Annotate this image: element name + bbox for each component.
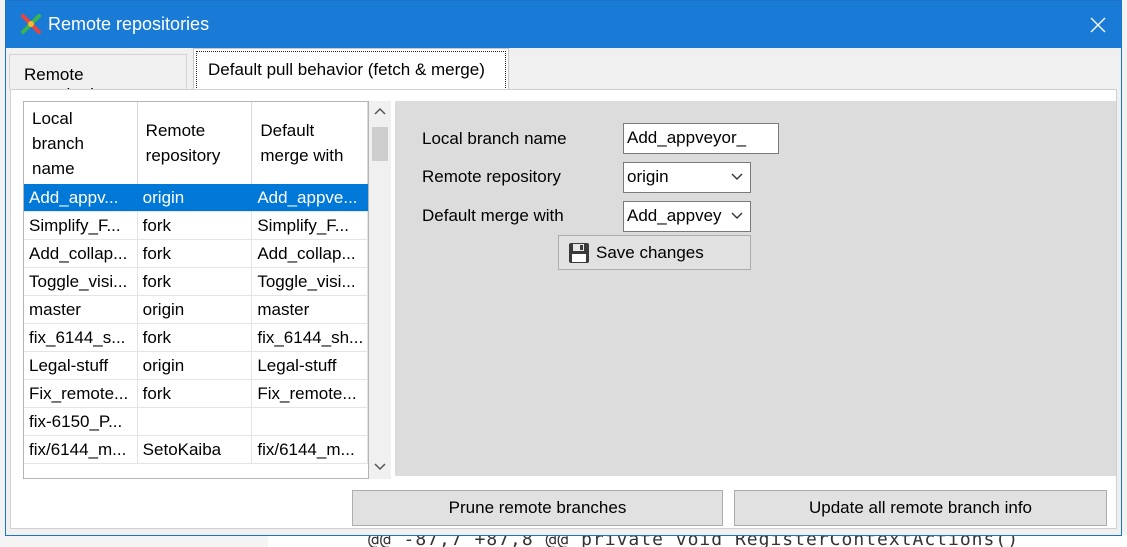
remote-repository-cell: origin: [138, 184, 253, 211]
column-header-default-merge[interactable]: Default merge with: [252, 102, 368, 184]
remote-repository-label: Remote repository: [422, 167, 561, 186]
default-merge-label: Default merge with: [422, 206, 564, 225]
remote-repository-cell: fork: [138, 268, 253, 295]
column-header-remote-repository[interactable]: Remote repository: [138, 102, 253, 184]
table-row[interactable]: fix_6144_s... fork fix_6144_sh...: [24, 324, 368, 352]
remote-repository-cell: fork: [138, 324, 253, 351]
background-code-line: @@ -87,7 +87,8 @@ private void RegisterC…: [368, 535, 1020, 547]
chevron-down-icon: [728, 167, 746, 187]
table-row-partial[interactable]: [24, 464, 368, 478]
remote-repository-cell: fork: [138, 212, 253, 239]
close-icon: [1090, 17, 1106, 32]
local-branch-cell: Fix_remote...: [24, 380, 138, 407]
local-branch-cell: Legal-stuff: [24, 352, 138, 379]
scroll-up-arrow[interactable]: [369, 101, 391, 121]
local-branch-cell: Add_appv...: [24, 184, 138, 211]
remote-repository-cell: [138, 408, 253, 435]
remote-repository-cell: origin: [138, 352, 253, 379]
table-row[interactable]: Add_appv... origin Add_appve...: [24, 184, 368, 212]
default-merge-cell: master: [252, 296, 368, 323]
tab-remote-repositories[interactable]: Remote repositories: [9, 54, 187, 104]
table-row[interactable]: Add_collap... fork Add_collap...: [24, 240, 368, 268]
local-branch-cell: Toggle_visi...: [24, 268, 138, 295]
local-branch-cell: fix_6144_s...: [24, 324, 138, 351]
branch-table[interactable]: Local branch name Remote repository Defa…: [23, 101, 369, 479]
table-row[interactable]: fix-6150_P...: [24, 408, 368, 436]
prune-remote-branches-button[interactable]: Prune remote branches: [352, 490, 723, 526]
table-row[interactable]: fix/6144_m... SetoKaiba fix/6144_m...: [24, 436, 368, 464]
default-merge-cell: Fix_remote...: [252, 380, 368, 407]
local-branch-label: Local branch name: [422, 129, 567, 148]
default-merge-select[interactable]: Add_appvey: [623, 201, 751, 232]
default-merge-cell: fix/6144_m...: [252, 436, 368, 463]
tab-strip: Remote repositories Default pull behavio…: [6, 48, 1121, 104]
git-extensions-icon: [21, 14, 41, 34]
tab-default-pull-behavior[interactable]: Default pull behavior (fetch & merge): [193, 48, 509, 90]
table-header: Local branch name Remote repository Defa…: [24, 102, 368, 185]
default-merge-value: Add_appvey: [627, 206, 722, 225]
tab-label: Default pull behavior (fetch & merge): [208, 60, 485, 79]
table-row[interactable]: Toggle_visi... fork Toggle_visi...: [24, 268, 368, 296]
table-row[interactable]: Fix_remote... fork Fix_remote...: [24, 380, 368, 408]
default-merge-cell: Legal-stuff: [252, 352, 368, 379]
remote-repository-cell: origin: [138, 296, 253, 323]
local-branch-cell: Simplify_F...: [24, 212, 138, 239]
default-merge-cell: Add_collap...: [252, 240, 368, 267]
default-merge-cell: Toggle_visi...: [252, 268, 368, 295]
default-merge-cell: Add_appve...: [252, 184, 368, 211]
save-changes-label: Save changes: [596, 242, 704, 262]
background-editor: @@ -87,7 +87,8 @@ private void RegisterC…: [0, 535, 1127, 547]
local-branch-cell: master: [24, 296, 138, 323]
table-row[interactable]: Legal-stuff origin Legal-stuff: [24, 352, 368, 380]
remote-repository-cell: fork: [138, 240, 253, 267]
remote-repository-select[interactable]: origin: [623, 162, 751, 193]
table-scrollbar[interactable]: [369, 101, 391, 479]
close-button[interactable]: [1075, 1, 1121, 48]
remote-repositories-dialog: Remote repositories Remote repositories …: [5, 0, 1122, 536]
default-merge-cell: fix_6144_sh...: [252, 324, 368, 351]
update-all-remote-branch-info-button[interactable]: Update all remote branch info: [734, 490, 1107, 526]
tab-panel: Local branch name Remote repository Defa…: [10, 89, 1117, 529]
title-bar: Remote repositories: [6, 1, 1121, 48]
local-branch-cell: Add_collap...: [24, 240, 138, 267]
save-changes-button[interactable]: Save changes: [558, 235, 751, 270]
local-branch-cell: fix/6144_m...: [24, 436, 138, 463]
floppy-disk-icon: [569, 242, 589, 263]
chevron-down-icon: [728, 206, 746, 226]
scrollbar-thumb[interactable]: [372, 127, 388, 161]
local-branch-cell: fix-6150_P...: [24, 408, 138, 435]
remote-repository-cell: fork: [138, 380, 253, 407]
scroll-down-arrow[interactable]: [369, 457, 391, 477]
window-title: Remote repositories: [48, 14, 210, 34]
chevron-down-icon: [374, 463, 386, 471]
column-header-local-branch[interactable]: Local branch name: [24, 102, 138, 184]
chevron-up-icon: [374, 107, 386, 115]
table-body: Add_appv... origin Add_appve... Simplify_F.…: [24, 184, 368, 478]
table-row[interactable]: Simplify_F... fork Simplify_F...: [24, 212, 368, 240]
branch-detail-panel: Local branch name Add_appveyor_ Remote r…: [395, 101, 1116, 476]
default-merge-cell: [252, 408, 368, 435]
remote-repository-value: origin: [627, 167, 669, 186]
table-row[interactable]: master origin master: [24, 296, 368, 324]
default-merge-cell: Simplify_F...: [252, 212, 368, 239]
remote-repository-cell: SetoKaiba: [138, 436, 253, 463]
local-branch-field[interactable]: Add_appveyor_: [623, 123, 779, 154]
